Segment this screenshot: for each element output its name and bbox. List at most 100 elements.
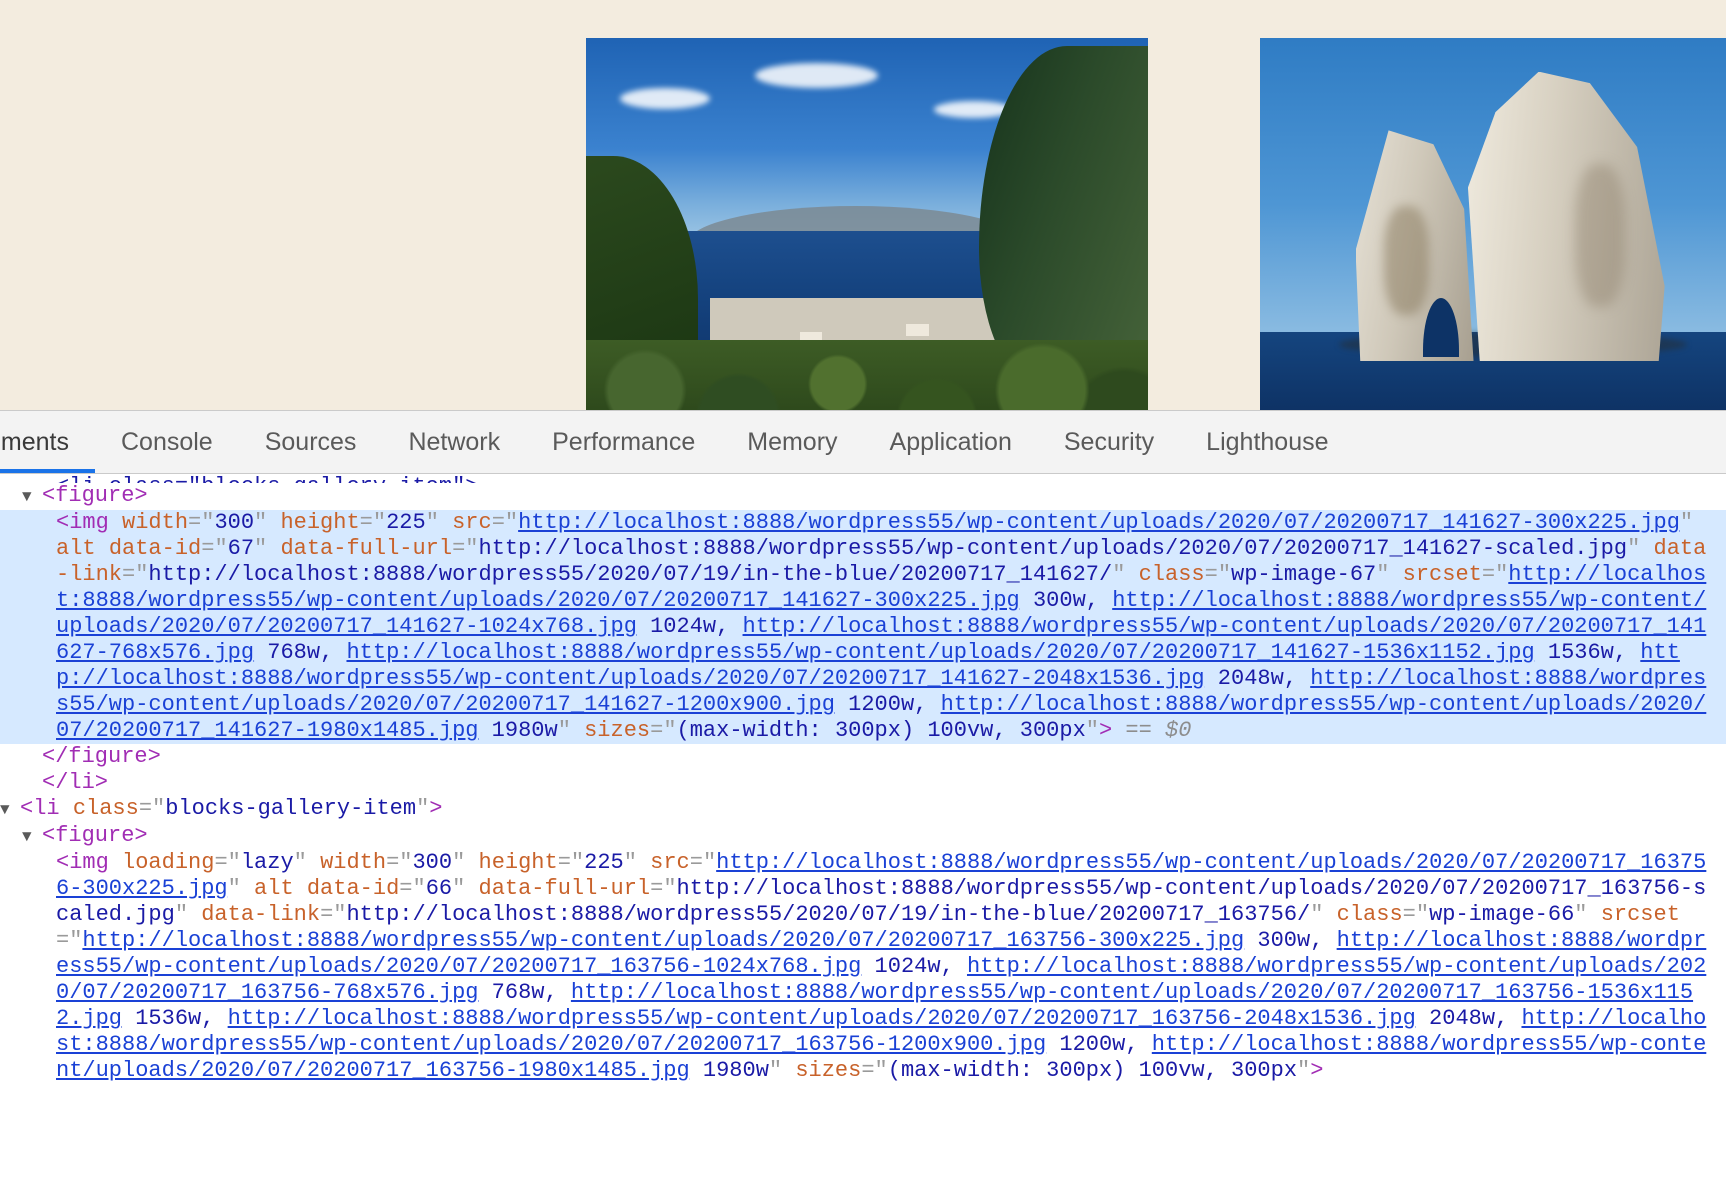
figure-open-tag: <figure>: [42, 483, 148, 508]
tab-application[interactable]: Application: [864, 411, 1038, 473]
img-tag-name: img: [69, 510, 109, 535]
class-attr-name: class: [1337, 902, 1403, 927]
width-attr-value: 300: [412, 850, 452, 875]
srcset-width: 2048w: [1429, 1006, 1495, 1031]
data-id-attr-value: 67: [228, 536, 254, 561]
sizes-attr-name: sizes: [584, 718, 650, 743]
class-attr-name: class: [1139, 562, 1205, 587]
data-link-attr-value: http://localhost:8888/wordpress55/2020/0…: [346, 902, 1310, 927]
dom-node-figure-close-1[interactable]: </figure>: [0, 744, 1726, 770]
building-shape: [906, 324, 928, 337]
src-attr-value: http://localhost:8888/wordpress55/wp-con…: [518, 510, 1680, 535]
data-id-attr-name: data-id: [109, 536, 201, 561]
li-tag-name: li: [33, 796, 59, 821]
height-attr-name: height: [280, 510, 359, 535]
tab-elements[interactable]: ements: [0, 411, 95, 473]
height-attr-value: 225: [386, 510, 426, 535]
tab-console[interactable]: Console: [95, 411, 239, 473]
tab-security[interactable]: Security: [1038, 411, 1180, 473]
srcset-url: http://localhost:8888/wordpress55/wp-con…: [228, 1006, 1416, 1031]
rock-shading: [1384, 206, 1429, 315]
tab-network-label: Network: [408, 428, 500, 457]
data-id-attr-name: data-id: [307, 876, 399, 901]
class-attr-value: wp-image-67: [1231, 562, 1376, 587]
tab-performance-label: Performance: [552, 428, 695, 457]
figure-close-tag: </figure>: [42, 744, 161, 769]
src-attr-name: src: [650, 850, 690, 875]
sizes-attr-value: (max-width: 300px) 100vw, 300px: [888, 1058, 1297, 1083]
srcset-width: 1024w: [650, 614, 716, 639]
selected-node-marker: == $0: [1125, 718, 1191, 743]
tab-application-label: Application: [890, 428, 1012, 457]
foreground-foliage: [586, 340, 1148, 410]
srcset-width: 1024w: [875, 954, 941, 979]
srcset-width: 2048w: [1218, 666, 1284, 691]
tab-performance[interactable]: Performance: [526, 411, 721, 473]
loading-attr-value: lazy: [241, 850, 294, 875]
sizes-attr-name: sizes: [795, 1058, 861, 1083]
expand-arrow-icon[interactable]: ▼: [0, 797, 20, 823]
data-full-url-attr-value: http://localhost:8888/wordpress55/wp-con…: [479, 536, 1628, 561]
srcset-width: 768w: [267, 640, 320, 665]
height-attr-name: height: [479, 850, 558, 875]
data-full-url-attr-name: data-full-url: [479, 876, 651, 901]
tab-memory-label: Memory: [747, 428, 837, 457]
li-close-tag: </li>: [42, 770, 108, 795]
tab-elements-label: ements: [0, 428, 69, 457]
capri-coastline-photo: [586, 38, 1148, 410]
rock-shading: [1575, 164, 1626, 307]
tab-sources-label: Sources: [265, 428, 357, 457]
data-link-attr-name: data-link: [201, 902, 320, 927]
sizes-attr-value: (max-width: 300px) 100vw, 300px: [677, 718, 1086, 743]
srcset-width: 1536w: [135, 1006, 201, 1031]
srcset-width: 1200w: [848, 692, 914, 717]
dom-node-figure-open-1[interactable]: ▼<figure>: [0, 483, 1726, 510]
dom-node-figure-open-2[interactable]: ▼<figure>: [0, 823, 1726, 850]
srcset-attr-name: srcset: [1403, 562, 1482, 587]
gallery-figure-1: [586, 38, 1148, 410]
tab-network[interactable]: Network: [382, 411, 526, 473]
srcset-width: 300w: [1033, 588, 1086, 613]
devtools-panel: ements Console Sources Network Performan…: [0, 410, 1726, 1196]
image-gallery: [546, 22, 1726, 410]
data-full-url-attr-name: data-full-url: [280, 536, 452, 561]
dom-tree[interactable]: <li class="blocks-gallery-item"> ▼<figur…: [0, 474, 1726, 1198]
srcset-width: 1980w: [703, 1058, 769, 1083]
img-tag-name: img: [69, 850, 109, 875]
faraglioni-rocks-photo: [1260, 38, 1726, 410]
srcset-url: http://localhost:8888/wordpress55/wp-con…: [346, 640, 1534, 665]
data-id-attr-value: 66: [426, 876, 452, 901]
data-link-attr-value: http://localhost:8888/wordpress55/2020/0…: [148, 562, 1112, 587]
clipped-line-text: <li class="blocks-gallery-item">: [56, 474, 478, 483]
tab-lighthouse[interactable]: Lighthouse: [1180, 411, 1354, 473]
gallery-figure-2: [1260, 38, 1726, 410]
srcset-width: 1980w: [492, 718, 558, 743]
expand-arrow-icon[interactable]: ▼: [22, 824, 42, 850]
alt-attr-name: alt: [254, 876, 294, 901]
srcset-width: 300w: [1257, 928, 1310, 953]
tab-sources[interactable]: Sources: [239, 411, 383, 473]
width-attr-value: 300: [214, 510, 254, 535]
width-attr-name: width: [122, 510, 188, 535]
dom-node-clipped[interactable]: <li class="blocks-gallery-item">: [0, 474, 1726, 483]
dom-node-li-close-1[interactable]: </li>: [0, 770, 1726, 796]
dom-node-img-selected[interactable]: <img width="300" height="225" src="http:…: [0, 510, 1726, 744]
rendered-page-viewport: [0, 0, 1726, 410]
src-attr-name: src: [452, 510, 492, 535]
width-attr-name: width: [320, 850, 386, 875]
srcset-attr-name: srcset: [1601, 902, 1680, 927]
srcset-width: 768w: [492, 980, 545, 1005]
dom-node-img-2[interactable]: <img loading="lazy" width="300" height="…: [0, 850, 1726, 1084]
tab-lighthouse-label: Lighthouse: [1206, 428, 1328, 457]
li-class-attr-name: class: [73, 796, 139, 821]
loading-attr-name: loading: [122, 850, 214, 875]
tab-security-label: Security: [1064, 428, 1154, 457]
tab-memory[interactable]: Memory: [721, 411, 863, 473]
figure-open-tag-2: <figure>: [42, 823, 148, 848]
dom-node-li-open-2[interactable]: ▼<li class="blocks-gallery-item">: [0, 796, 1726, 823]
class-attr-value: wp-image-66: [1429, 902, 1574, 927]
srcset-width: 1200w: [1059, 1032, 1125, 1057]
srcset-width: 1536w: [1548, 640, 1614, 665]
height-attr-value: 225: [584, 850, 624, 875]
expand-arrow-icon[interactable]: ▼: [22, 484, 42, 510]
